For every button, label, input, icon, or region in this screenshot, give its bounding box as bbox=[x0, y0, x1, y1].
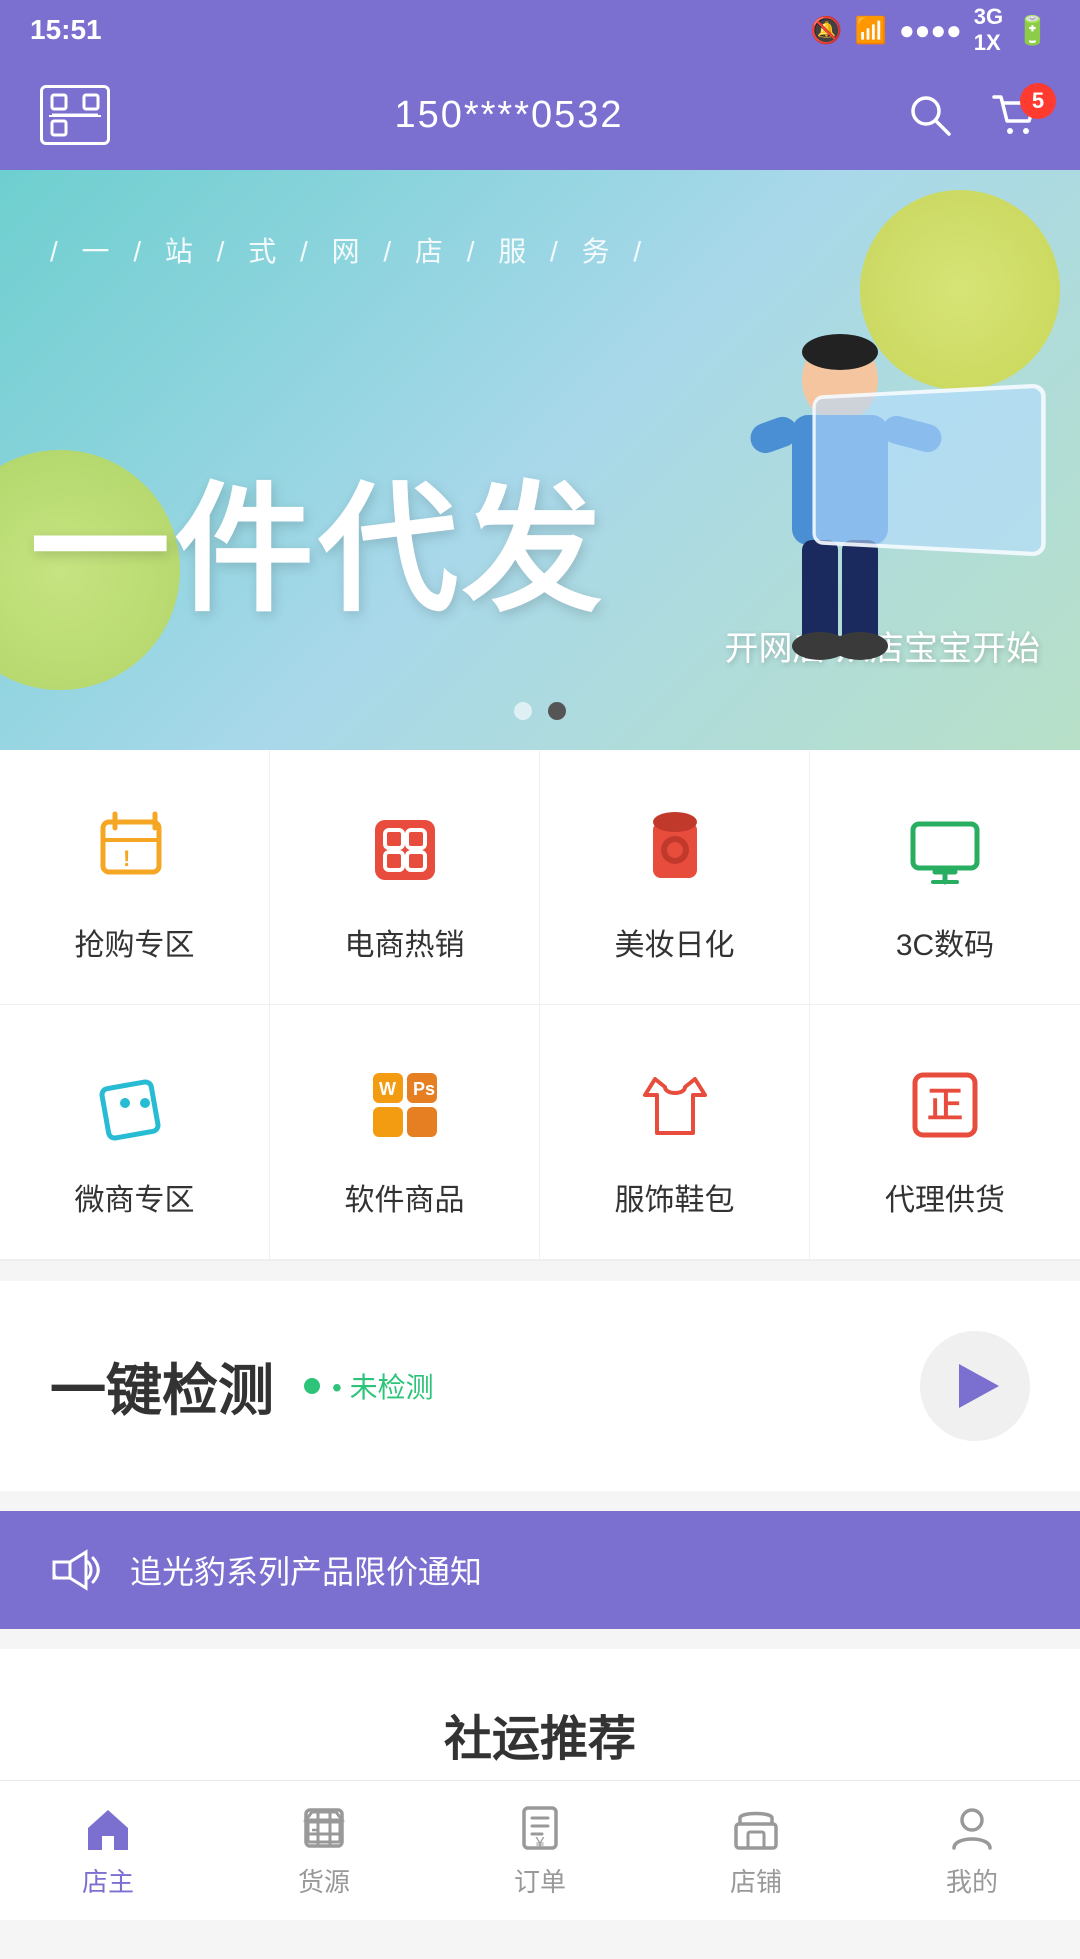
nav-mine[interactable]: 我的 bbox=[892, 1802, 1052, 1899]
wechat-icon bbox=[85, 1055, 185, 1155]
digital-icon bbox=[895, 800, 995, 900]
mine-icon bbox=[946, 1802, 998, 1854]
app-header: 150****0532 5 bbox=[0, 60, 1080, 170]
mute-icon: 🔕 bbox=[810, 15, 842, 46]
banner-subtitle: / 一 / 站 / 式 / 网 / 店 / 服 / 务 / bbox=[50, 230, 649, 270]
announcement-icon bbox=[50, 1548, 100, 1592]
svg-text:Ps: Ps bbox=[413, 1079, 435, 1099]
wechat-label: 微商专区 bbox=[75, 1175, 195, 1219]
header-actions: 5 bbox=[908, 93, 1040, 137]
svg-text:正: 正 bbox=[927, 1084, 963, 1125]
category-wechat[interactable]: 微商专区 bbox=[0, 1005, 270, 1260]
detection-title: 一键检测 bbox=[50, 1346, 274, 1427]
shop-icon bbox=[730, 1802, 782, 1854]
nav-home[interactable]: 店主 bbox=[28, 1802, 188, 1899]
scan-button[interactable] bbox=[40, 85, 110, 145]
nav-shop[interactable]: 店铺 bbox=[676, 1802, 836, 1899]
fashion-icon bbox=[625, 1055, 725, 1155]
category-agency[interactable]: 正 代理供货 bbox=[810, 1005, 1080, 1260]
agency-label: 代理供货 bbox=[885, 1175, 1005, 1219]
announcement-text: 追光豹系列产品限价通知 bbox=[130, 1547, 482, 1593]
flash-sale-icon: ! bbox=[85, 800, 185, 900]
svg-text:W: W bbox=[379, 1079, 396, 1099]
agency-icon: 正 bbox=[895, 1055, 995, 1155]
beauty-label: 美妆日化 bbox=[615, 920, 735, 964]
category-ecommerce[interactable]: 电商热销 bbox=[270, 750, 540, 1005]
category-software[interactable]: W Ps 软件商品 bbox=[270, 1005, 540, 1260]
wifi-icon: 📶 bbox=[855, 15, 887, 46]
banner-dots bbox=[514, 702, 566, 720]
ecommerce-icon bbox=[355, 800, 455, 900]
status-icons: 🔕 📶 ●●●● 3G1X 🔋 bbox=[810, 4, 1050, 56]
cart-button[interactable]: 5 bbox=[992, 93, 1040, 137]
nav-supply-label: 货源 bbox=[298, 1862, 350, 1899]
nav-mine-label: 我的 bbox=[946, 1862, 998, 1899]
detection-status-text: • 未检测 bbox=[332, 1366, 434, 1406]
search-button[interactable] bbox=[908, 93, 952, 137]
fashion-label: 服饰鞋包 bbox=[615, 1175, 735, 1219]
announcement-banner[interactable]: 追光豹系列产品限价通知 bbox=[0, 1511, 1080, 1629]
nav-order-label: 订单 bbox=[514, 1862, 566, 1899]
dot-1[interactable] bbox=[514, 702, 532, 720]
bottom-navigation: 店主 货源 ¥ bbox=[0, 1780, 1080, 1920]
detection-play-button[interactable] bbox=[920, 1331, 1030, 1441]
status-bar: 15:51 🔕 📶 ●●●● 3G1X 🔋 bbox=[0, 0, 1080, 60]
order-icon: ¥ bbox=[514, 1802, 566, 1854]
nav-home-label: 店主 bbox=[82, 1862, 134, 1899]
detection-info: 一键检测 • 未检测 bbox=[50, 1346, 434, 1427]
banner-screen-prop bbox=[812, 383, 1045, 556]
flash-sale-label: 抢购专区 bbox=[75, 920, 195, 964]
nav-supply[interactable]: 货源 bbox=[244, 1802, 404, 1899]
supply-icon bbox=[298, 1802, 350, 1854]
detection-status: • 未检测 bbox=[304, 1366, 434, 1406]
battery-icon: 🔋 bbox=[1015, 14, 1050, 47]
category-fashion[interactable]: 服饰鞋包 bbox=[540, 1005, 810, 1260]
play-icon bbox=[959, 1364, 999, 1408]
cart-badge: 5 bbox=[1020, 83, 1056, 119]
category-flash-sale[interactable]: ! 抢购专区 bbox=[0, 750, 270, 1005]
ecommerce-label: 电商热销 bbox=[345, 920, 465, 964]
promo-title: 社运推荐 bbox=[50, 1699, 1030, 1769]
promo-section: 社运推荐 bbox=[0, 1649, 1080, 1799]
status-time: 15:51 bbox=[30, 14, 102, 46]
svg-text:!: ! bbox=[123, 846, 130, 871]
software-icon: W Ps bbox=[355, 1055, 455, 1155]
dot-2[interactable] bbox=[548, 702, 566, 720]
beauty-icon bbox=[625, 800, 725, 900]
hero-banner: / 一 / 站 / 式 / 网 / 店 / 服 / 务 / 一件代发 开网店 从… bbox=[0, 170, 1080, 750]
signal-icon: ●●●● bbox=[899, 15, 962, 46]
category-digital[interactable]: 3C数码 bbox=[810, 750, 1080, 1005]
banner-main-text: 一件代发 bbox=[30, 480, 606, 620]
software-label: 软件商品 bbox=[345, 1175, 465, 1219]
svg-text:¥: ¥ bbox=[535, 1835, 545, 1852]
status-indicator bbox=[304, 1378, 320, 1394]
category-grid: ! 抢购专区 电商热销 美妆日化 bbox=[0, 750, 1080, 1261]
nav-shop-label: 店铺 bbox=[730, 1862, 782, 1899]
detection-section: 一键检测 • 未检测 bbox=[0, 1281, 1080, 1491]
home-icon bbox=[82, 1802, 134, 1854]
network-type: 3G1X bbox=[974, 4, 1003, 56]
digital-label: 3C数码 bbox=[896, 920, 994, 964]
account-number: 150****0532 bbox=[394, 94, 623, 137]
category-beauty[interactable]: 美妆日化 bbox=[540, 750, 810, 1005]
nav-order[interactable]: ¥ 订单 bbox=[460, 1802, 620, 1899]
